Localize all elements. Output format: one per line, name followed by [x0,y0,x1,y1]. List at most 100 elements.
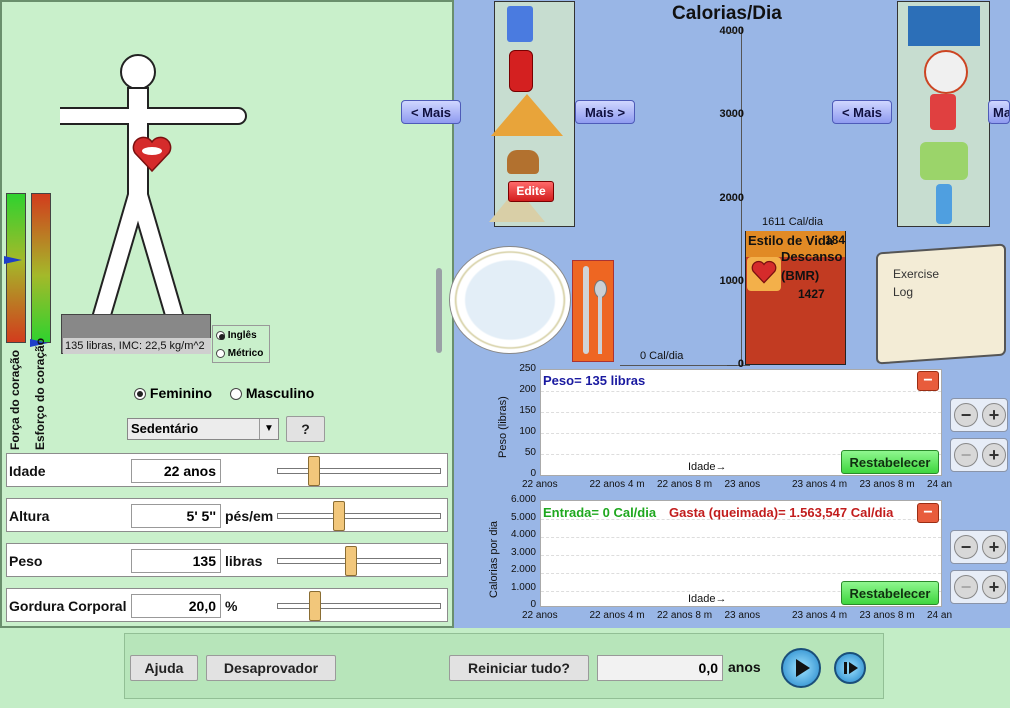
weight-row: Peso 135 libras [6,543,448,577]
calories-tick [727,281,737,283]
weight-zoom-out-v[interactable]: − [954,403,978,427]
weight-field[interactable]: 135 [131,549,221,573]
heart-icon [751,260,777,284]
calories-tick-label: 4000 [719,25,744,37]
calories-tick [727,115,737,117]
calorie-graph-close-button[interactable]: − [917,503,939,523]
calorie-graph-legend-out: Gasta (queimada)= 1.563,547 Cal/dia [669,505,894,520]
weight-zoom-in-v[interactable]: + [982,403,1006,427]
gender-female-radio[interactable]: Feminino [134,385,212,401]
activity-help-button[interactable]: ? [286,416,325,442]
calorie-graph-reset-button[interactable]: Restabelecer [841,581,939,605]
play-button[interactable] [781,648,821,688]
spoon-handle [598,294,602,354]
calories-tick-label: 2000 [719,191,744,204]
step-arrow-icon [849,662,858,674]
age-field[interactable]: 22 anos [131,459,221,483]
time-field[interactable]: 0,0 [597,655,723,681]
exercise-log-book[interactable] [876,243,1006,365]
calorie-zoom-in-h[interactable]: + [982,575,1006,599]
weight-graph-ytick: 50 [524,447,536,458]
exercise-log-title: Exercise Log [893,267,940,299]
rest-label: Descanso [781,249,843,264]
bodyfat-slider-thumb[interactable] [309,591,321,621]
gender-male-radio[interactable]: Masculino [230,385,314,401]
calorie-zoom-in-v[interactable]: + [982,535,1006,559]
weight-graph-xtick: 23 anos [724,479,761,490]
plate-calories: 0 Cal/dia [640,350,684,362]
weight-graph-close-button[interactable]: − [917,371,939,391]
weight-graph-xtick: 23 anos 4 m [792,479,848,490]
activity-next-button[interactable]: Ma [988,100,1010,124]
running-icon[interactable] [936,184,952,224]
weight-graph-ytick: 250 [519,363,536,374]
calorie-graph-legend-in: Entrada= 0 Cal/dia [543,505,657,520]
weight-unit: libras [225,553,263,569]
height-field[interactable]: 5' 5'' [131,504,221,528]
height-slider-thumb[interactable] [333,501,345,531]
activity-level-select[interactable]: Sedentário ▼ [127,418,279,440]
heart-effort-label: Esforço do coração [33,337,47,450]
bodyfat-slider-track[interactable] [277,603,441,609]
food-prev-button[interactable]: < Mais [401,100,461,124]
knife-icon [583,266,589,354]
units-option-english[interactable]: Inglês [216,330,257,341]
calorie-graph-ylabel: Calorias por dia [488,520,500,598]
edit-food-button[interactable]: Edite [508,181,554,202]
weight-graph-legend: Peso= 135 libras [543,373,646,388]
bmr-value: 1427 [798,287,825,301]
basketball-icon[interactable] [924,50,968,94]
time-unit: anos [728,659,761,675]
calorie-graph-ytick: 0 [530,599,536,610]
calorie-graph-ytick: 5.000 [510,511,536,523]
weight-graph-reset-button[interactable]: Restabelecer [841,450,939,474]
weight-slider-track[interactable] [277,558,441,564]
reset-all-button[interactable]: Reiniciar tudo? [449,655,589,681]
calories-tick [727,365,737,366]
weight-graph-xtick: 22 anos 4 m [589,479,645,490]
help-button[interactable]: Ajuda [130,655,198,681]
weight-zoom-out-h[interactable]: − [954,443,978,467]
calorie-graph-xtick: 22 anos 4 m [589,610,645,621]
step-button[interactable] [834,652,866,684]
bodyfat-unit: % [225,598,238,614]
soda-can-icon[interactable] [509,50,533,92]
bodyfat-row: Gordura Corporal 20,0 % [6,588,448,622]
fast-food-icon[interactable] [507,150,539,174]
calorie-zoom-out-h[interactable]: − [954,575,978,599]
calorie-graph-xtick: 23 anos 8 m [859,610,915,621]
calorie-graph-ytick: 1.000 [510,581,536,593]
step-icon [844,662,847,674]
weight-zoom-in-h[interactable]: + [982,443,1006,467]
activity-prev-button[interactable]: < Mais [832,100,892,124]
swimming-icon[interactable] [908,6,980,46]
calorie-graph-xtick: 22 anos 8 m [657,610,713,621]
pizza-slice-icon[interactable] [491,94,563,136]
bodyfat-field[interactable]: 20,0 [131,594,221,618]
height-label: Altura [9,508,50,524]
scale-readout: 135 libras, IMC: 22,5 kg/m^2 [63,338,211,354]
height-slider-track[interactable] [277,513,441,519]
weight-graph-xtick: 22 anos 8 m [657,479,713,490]
skateboard-icon[interactable] [930,94,956,130]
calorie-zoom-out-v[interactable]: − [954,535,978,559]
plate[interactable] [449,246,571,354]
age-slider-track[interactable] [277,468,441,474]
calorie-graph-xtick: 23 anos 4 m [792,610,848,621]
weight-graph-ytick: 150 [519,405,536,416]
fork-icon [436,268,442,353]
height-row: Altura 5' 5'' pés/em [6,498,448,532]
bodyfat-label: Gordura Corporal [9,598,127,614]
age-slider-thumb[interactable] [308,456,320,486]
disapprove-button[interactable]: Desaprovador [206,655,336,681]
weight-label: Peso [9,553,43,569]
bmr-label: (BMR) [781,268,820,283]
weight-graph-xaxis-label: Idade→ [688,461,727,473]
units-option-metric[interactable]: Métrico [216,348,263,359]
calorie-graph-xtick: 24 an [927,610,953,621]
chips-icon[interactable] [507,6,533,42]
bicycle-icon[interactable] [920,142,968,180]
weight-slider-thumb[interactable] [345,546,357,576]
food-next-button[interactable]: Mais > [575,100,635,124]
calorie-graph-ytick: 6.000 [510,494,536,505]
